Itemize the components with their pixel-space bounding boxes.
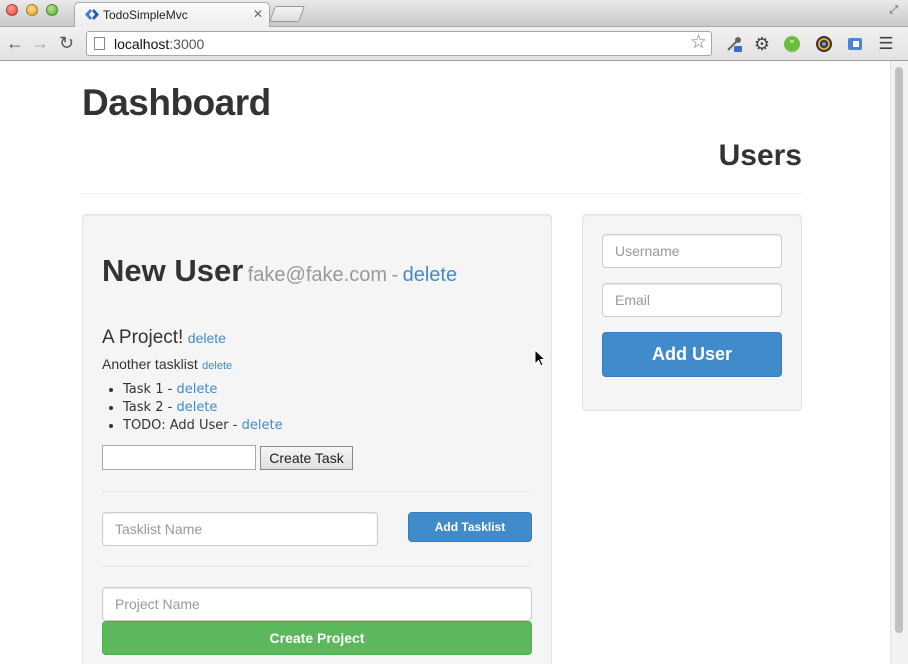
bookmark-star-icon[interactable]: ☆ (690, 33, 707, 53)
add-user-button[interactable]: Add User (602, 332, 782, 377)
reload-icon[interactable]: ↻ (59, 34, 74, 52)
gear-icon[interactable]: ⚙ (752, 34, 772, 54)
separator: - (167, 382, 173, 397)
window-close-button[interactable] (6, 4, 18, 16)
separator: - (167, 400, 173, 415)
browser-tab[interactable]: TodoSimpleMvc ✕ (74, 2, 270, 27)
divider (102, 566, 532, 567)
vertical-scrollbar[interactable] (890, 61, 908, 664)
new-tab-button[interactable] (269, 6, 305, 22)
project-name-placeholder: Project Name (115, 596, 200, 612)
delete-user-link[interactable]: delete (403, 264, 458, 286)
user-email: fake@fake.com (247, 264, 387, 286)
page-icon (94, 37, 105, 50)
tasklist-header: Another tasklist delete (102, 356, 232, 374)
window-titlebar: TodoSimpleMvc ✕ ⤢ (0, 0, 908, 27)
list-item: TODO: Add User - delete (123, 417, 283, 435)
user-card: New User fake@fake.com - delete A Projec… (82, 214, 552, 664)
list-item: Task 1 - delete (123, 381, 283, 399)
back-arrow-icon[interactable]: ← (6, 34, 24, 52)
username-placeholder: Username (615, 243, 680, 259)
svg-text:": " (789, 38, 794, 51)
window-minimize-button[interactable] (26, 4, 38, 16)
page-viewport: Dashboard Users New User fake@fake.com -… (0, 61, 890, 664)
page-title: Dashboard (82, 82, 271, 123)
tasklist-name-placeholder: Tasklist Name (115, 521, 203, 537)
scrollbar-thumb[interactable] (895, 67, 903, 633)
puzzle-icon[interactable] (845, 34, 865, 54)
fullscreen-icon[interactable]: ⤢ (889, 4, 898, 17)
address-bar[interactable]: localhost:3000 ☆ (86, 31, 712, 56)
task-text: Task 1 (123, 382, 164, 397)
forward-arrow-icon[interactable]: → (31, 34, 49, 52)
users-heading: Users (718, 139, 802, 172)
divider (82, 193, 802, 194)
project-name-input[interactable]: Project Name (102, 587, 532, 621)
url-text[interactable]: localhost:3000 (114, 36, 204, 52)
task-list: Task 1 - delete Task 2 - delete TODO: Ad… (123, 381, 283, 435)
eyedropper-icon[interactable] (724, 34, 744, 54)
list-item: Task 2 - delete (123, 399, 283, 417)
window-maximize-button[interactable] (46, 4, 58, 16)
tab-title: TodoSimpleMvc (103, 8, 188, 22)
task-text: Task 2 (123, 400, 164, 415)
tab-close-icon[interactable]: ✕ (253, 7, 263, 21)
delete-task-link[interactable]: delete (176, 400, 217, 415)
new-task-input[interactable] (102, 445, 256, 470)
separator: - (232, 418, 238, 433)
divider (102, 491, 532, 492)
color-wheel-icon[interactable] (814, 34, 834, 54)
mouse-cursor-icon (534, 349, 546, 367)
username-input[interactable]: Username (602, 234, 782, 268)
create-project-button[interactable]: Create Project (102, 621, 532, 655)
project-header: A Project! delete (102, 327, 226, 349)
email-placeholder: Email (615, 292, 651, 308)
separator: - (391, 264, 399, 286)
user-name: New User (102, 253, 244, 288)
add-tasklist-button[interactable]: Add Tasklist (408, 512, 532, 542)
tasklist-name-input[interactable]: Tasklist Name (102, 512, 378, 546)
create-task-button[interactable]: Create Task (260, 446, 353, 470)
browser-toolbar: ← → ↻ localhost:3000 ☆ ⚙ " ☰ (0, 27, 908, 61)
user-header: New User fake@fake.com - delete (102, 253, 457, 289)
email-input[interactable]: Email (602, 283, 782, 317)
delete-tasklist-link[interactable]: delete (202, 360, 232, 372)
delete-task-link[interactable]: delete (242, 418, 283, 433)
quote-icon[interactable]: " (782, 34, 802, 54)
task-text: TODO: Add User (123, 418, 229, 433)
menu-icon[interactable]: ☰ (876, 34, 896, 54)
favicon-icon (85, 9, 99, 20)
delete-project-link[interactable]: delete (188, 330, 226, 346)
project-name: A Project! (102, 327, 184, 348)
add-user-form: Username Email Add User (582, 214, 802, 411)
tasklist-name: Another tasklist (102, 356, 198, 372)
delete-task-link[interactable]: delete (176, 382, 217, 397)
